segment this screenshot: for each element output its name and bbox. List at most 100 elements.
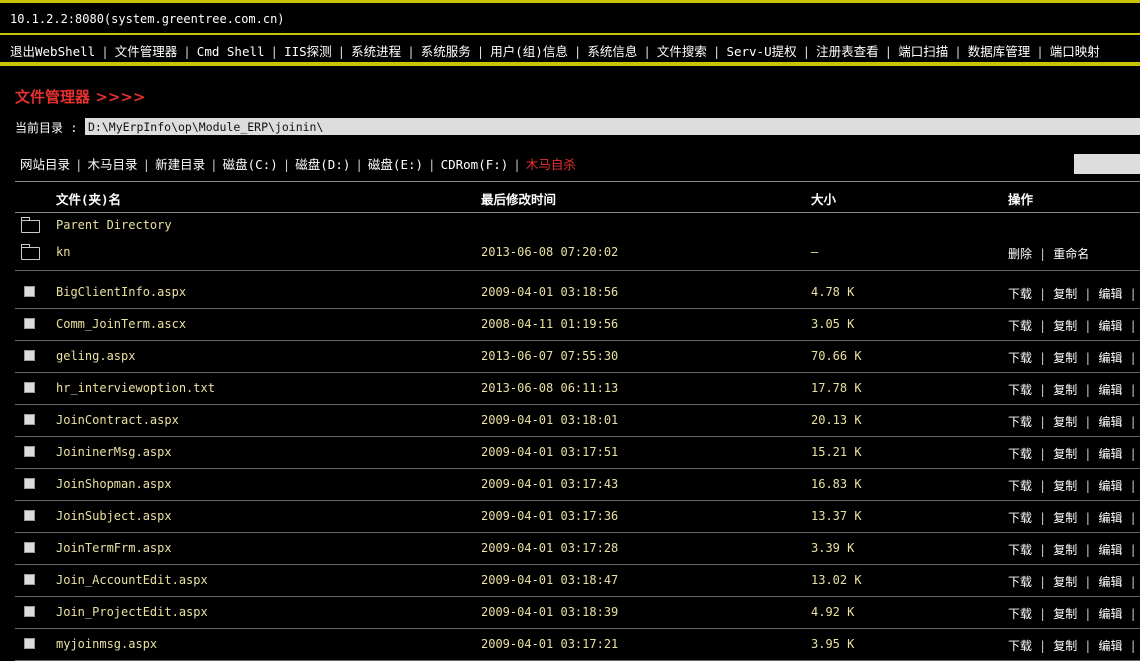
action-1[interactable]: 重命名 (1053, 247, 1089, 261)
select-checkbox[interactable] (24, 606, 35, 617)
quick-link[interactable]: 磁盘(D:) (295, 157, 350, 172)
action-0[interactable]: 下载 (1008, 319, 1032, 333)
action-1[interactable]: 复制 (1053, 351, 1077, 365)
action-0[interactable]: 下载 (1008, 511, 1032, 525)
menu-item[interactable]: 系统进程 (351, 44, 401, 59)
quick-link-separator: | (513, 157, 521, 172)
main-menu: 退出WebShell | 文件管理器 | Cmd Shell | IIS探测 | 系统进程 | 系统… (10, 41, 1100, 60)
file-name[interactable]: myjoinmsg.aspx (56, 637, 157, 651)
action-1[interactable]: 复制 (1053, 479, 1077, 493)
select-checkbox[interactable] (24, 350, 35, 361)
action-2[interactable]: 编辑 (1099, 319, 1123, 333)
menu-item[interactable]: 端口映射 (1050, 44, 1100, 59)
action-1[interactable]: 复制 (1053, 511, 1077, 525)
current-dir-input[interactable] (85, 118, 1140, 135)
action-2[interactable]: 编辑 (1099, 479, 1123, 493)
file-name[interactable]: JoinTermFrm.aspx (56, 541, 172, 555)
action-0[interactable]: 删除 (1008, 247, 1032, 261)
action-separator: | (1039, 607, 1047, 621)
action-0[interactable]: 下载 (1008, 639, 1032, 653)
action-separator: | (1039, 383, 1047, 397)
file-name[interactable]: BigClientInfo.aspx (56, 285, 186, 299)
action-2[interactable]: 编辑 (1099, 607, 1123, 621)
quick-link[interactable]: 磁盘(C:) (223, 157, 278, 172)
quick-link[interactable]: CDRom(F:) (441, 157, 509, 172)
action-1[interactable]: 复制 (1053, 543, 1077, 557)
action-separator: | (1039, 575, 1047, 589)
select-checkbox[interactable] (24, 542, 35, 553)
file-name[interactable]: Join_AccountEdit.aspx (56, 573, 208, 587)
menu-item[interactable]: 系统服务 (421, 44, 471, 59)
directory-row[interactable]: Parent Directory (15, 213, 1140, 240)
select-checkbox[interactable] (24, 478, 35, 489)
menu-item[interactable]: Cmd Shell (197, 44, 265, 59)
modified-time: 2009-04-01 03:18:56 (481, 285, 619, 299)
file-name[interactable]: JoinShopman.aspx (56, 477, 172, 491)
action-2[interactable]: 编辑 (1099, 511, 1123, 525)
select-checkbox[interactable] (24, 638, 35, 649)
action-0[interactable]: 下载 (1008, 415, 1032, 429)
action-0[interactable]: 下载 (1008, 447, 1032, 461)
menu-item[interactable]: 系统信息 (587, 44, 637, 59)
action-1[interactable]: 复制 (1053, 383, 1077, 397)
action-0[interactable]: 下载 (1008, 351, 1032, 365)
file-name[interactable]: Join_ProjectEdit.aspx (56, 605, 208, 619)
action-2[interactable]: 编辑 (1099, 415, 1123, 429)
quick-link[interactable]: 磁盘(E:) (368, 157, 423, 172)
action-1[interactable]: 复制 (1053, 639, 1077, 653)
action-1[interactable]: 复制 (1053, 575, 1077, 589)
directory-row[interactable]: kn 2013-06-08 07:20:02 — 删除 | 重命名 (15, 240, 1140, 271)
select-checkbox[interactable] (24, 446, 35, 457)
action-1[interactable]: 复制 (1053, 447, 1077, 461)
select-checkbox[interactable] (24, 414, 35, 425)
action-2[interactable]: 编辑 (1099, 639, 1123, 653)
action-2[interactable]: 编辑 (1099, 543, 1123, 557)
menu-item[interactable]: 数据库管理 (968, 44, 1031, 59)
file-name[interactable]: geling.aspx (56, 349, 135, 363)
action-2[interactable]: 编辑 (1099, 351, 1123, 365)
menu-item[interactable]: 注册表查看 (816, 44, 879, 59)
menu-item[interactable]: IIS探测 (284, 44, 332, 59)
action-2[interactable]: 编辑 (1099, 287, 1123, 301)
action-1[interactable]: 复制 (1053, 287, 1077, 301)
file-name[interactable]: hr_interviewoption.txt (56, 381, 215, 395)
action-0[interactable]: 下载 (1008, 575, 1032, 589)
select-checkbox[interactable] (24, 318, 35, 329)
file-name[interactable]: Comm_JoinTerm.ascx (56, 317, 186, 331)
action-2[interactable]: 编辑 (1099, 383, 1123, 397)
action-1[interactable]: 复制 (1053, 319, 1077, 333)
action-0[interactable]: 下载 (1008, 287, 1032, 301)
action-1[interactable]: 复制 (1053, 415, 1077, 429)
action-0[interactable]: 下载 (1008, 607, 1032, 621)
quick-link[interactable]: 木马目录 (88, 157, 138, 172)
action-0[interactable]: 下载 (1008, 383, 1032, 397)
file-name[interactable]: JoinContract.aspx (56, 413, 179, 427)
quick-link[interactable]: 新建目录 (155, 157, 205, 172)
action-1[interactable]: 复制 (1053, 607, 1077, 621)
select-checkbox[interactable] (24, 286, 35, 297)
file-row: JoinContract.aspx 2009-04-01 03:18:01 20.1… (15, 405, 1140, 437)
action-0[interactable]: 下载 (1008, 543, 1032, 557)
file-name[interactable]: JoininerMsg.aspx (56, 445, 172, 459)
action-0[interactable]: 下载 (1008, 479, 1032, 493)
file-name[interactable]: JoinSubject.aspx (56, 509, 172, 523)
modified-time: 2009-04-01 03:17:36 (481, 509, 619, 523)
action-2[interactable]: 编辑 (1099, 575, 1123, 589)
quick-link[interactable]: 木马自杀 (526, 157, 576, 172)
select-checkbox[interactable] (24, 510, 35, 521)
modified-time: 2013-06-07 07:55:30 (481, 349, 619, 363)
action-2[interactable]: 编辑 (1099, 447, 1123, 461)
select-checkbox[interactable] (24, 382, 35, 393)
menu-item[interactable]: 端口扫描 (898, 44, 948, 59)
quick-action-input[interactable] (1074, 154, 1140, 174)
action-separator: | (1129, 383, 1137, 397)
menu-item[interactable]: 文件搜索 (657, 44, 707, 59)
menu-item[interactable]: 退出WebShell (10, 44, 95, 59)
menu-item[interactable]: 文件管理器 (115, 44, 178, 59)
menu-item[interactable]: 用户(组)信息 (490, 44, 568, 59)
directory-name[interactable]: Parent Directory (56, 218, 172, 232)
select-checkbox[interactable] (24, 574, 35, 585)
menu-item[interactable]: Serv-U提权 (726, 44, 796, 59)
directory-name[interactable]: kn (56, 245, 70, 259)
quick-link[interactable]: 网站目录 (20, 157, 70, 172)
